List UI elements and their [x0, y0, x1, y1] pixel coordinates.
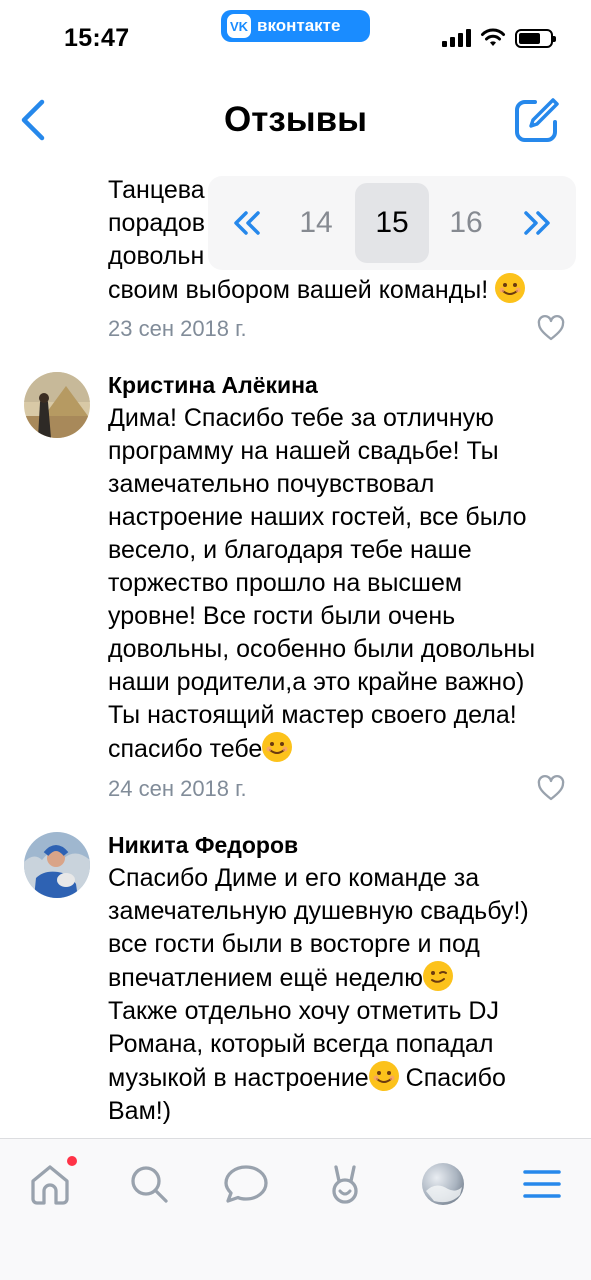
review-author[interactable]: Кристина Алёкина	[108, 372, 318, 399]
review-text: Дима! Спасибо тебе за отличную программу…	[108, 402, 578, 766]
vk-app-badge-label: вконтакте	[257, 16, 341, 35]
compose-review-button[interactable]	[513, 96, 561, 144]
double-chevron-left-icon	[234, 211, 260, 235]
page-16-button[interactable]: 16	[430, 183, 502, 263]
avatar-image	[24, 372, 90, 438]
compose-icon	[515, 98, 559, 142]
like-button[interactable]	[536, 314, 566, 342]
review-line: впечатлением ещё неделю	[108, 961, 578, 995]
review-text: Спасибо Диме и его команде за замечатель…	[108, 862, 578, 1128]
review-line: замечательную душевную свадьбу!)	[108, 897, 529, 925]
status-time: 15:47	[64, 24, 130, 52]
smiling-face-emoji-icon	[495, 273, 526, 303]
messages-icon	[224, 1165, 268, 1203]
review-line: спасибо тебе	[108, 732, 578, 766]
status-bar: 15:47 VK вконтакте	[0, 0, 591, 78]
reviews-feed[interactable]: Танцева порадов довольн своим выбором ва…	[0, 166, 591, 1138]
tab-profile[interactable]	[418, 1159, 468, 1209]
vk-logo-icon: VK	[227, 14, 251, 38]
review-line: Ты настоящий мастер своего дела!	[108, 701, 517, 729]
home-icon	[31, 1165, 69, 1205]
avatar[interactable]	[24, 372, 90, 438]
tab-bar	[0, 1138, 591, 1280]
first-page-button[interactable]	[222, 183, 272, 263]
like-button[interactable]	[536, 774, 566, 802]
double-chevron-right-icon	[524, 211, 550, 235]
review-author[interactable]: Никита Федоров	[108, 832, 298, 859]
nav-header: Отзывы	[0, 78, 591, 166]
tab-menu[interactable]	[517, 1159, 567, 1209]
winking-face-emoji-icon	[422, 961, 453, 991]
review-line: Спасибо Диме и его команде за	[108, 864, 480, 892]
review-line: замечательно почувствовал	[108, 470, 435, 498]
profile-avatar	[422, 1163, 464, 1205]
review-line: весело, и благодаря тебе наше	[108, 536, 472, 564]
review-line: Романа, который всегда попадал	[108, 1030, 494, 1058]
review-date: 23 сен 2018 г.	[108, 316, 247, 341]
pagination: 14 15 16	[208, 176, 576, 270]
tab-services[interactable]	[320, 1159, 370, 1209]
last-page-button[interactable]	[512, 183, 562, 263]
review-line: все гости были в восторге и под	[108, 930, 480, 958]
tab-home[interactable]	[25, 1156, 77, 1209]
review-line: Также отдельно хочу отметить DJ	[108, 997, 499, 1025]
avatar[interactable]	[24, 832, 90, 898]
status-icons	[442, 28, 556, 48]
heart-icon	[537, 315, 565, 341]
page-14-button[interactable]: 14	[280, 183, 352, 263]
current-page: 15	[355, 183, 429, 263]
review-line: довольны, особенно были довольны	[108, 635, 536, 663]
heart-icon	[537, 775, 565, 801]
wifi-icon	[481, 28, 505, 46]
review-line: настроение наших гостей, все было	[108, 503, 527, 531]
review-line: своим выбором вашей команды!	[108, 273, 578, 307]
review-line: уровне! Все гости были очень	[108, 602, 456, 630]
page-title: Отзывы	[223, 100, 368, 139]
vk-app-badge[interactable]: VK вконтакте	[221, 10, 370, 42]
review-line: программу на нашей свадьбе! Ты	[108, 437, 499, 465]
review-line: Вам!)	[108, 1097, 172, 1125]
smiling-face-emoji-icon	[368, 1061, 399, 1091]
review-date: 24 сен 2018 г.	[108, 776, 247, 801]
search-icon	[131, 1166, 168, 1203]
battery-icon	[515, 28, 556, 48]
avatar-image	[24, 832, 90, 898]
tab-messages[interactable]	[221, 1159, 271, 1209]
tab-search[interactable]	[124, 1159, 174, 1209]
review-line: торжество прошло на высшем	[108, 569, 463, 597]
menu-icon	[523, 1170, 561, 1198]
review-line: музыкой в настроение Спасибо	[108, 1061, 578, 1095]
signal-icon	[442, 29, 471, 47]
battery-level	[519, 32, 540, 44]
services-icon	[332, 1165, 358, 1204]
review-line: наши родители,а это крайне важно)	[108, 668, 525, 696]
smiling-face-emoji-icon	[262, 732, 293, 762]
review-line: Дима! Спасибо тебе за отличную	[108, 404, 494, 432]
notification-dot	[67, 1156, 77, 1166]
